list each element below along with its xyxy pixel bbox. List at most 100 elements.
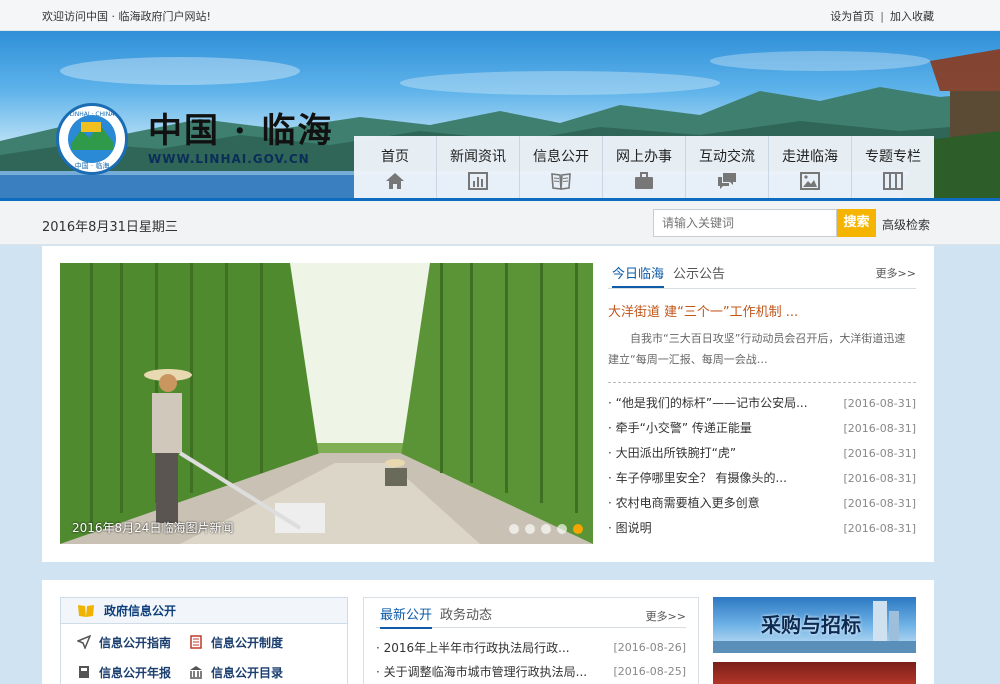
latest-public-list: · 2016年上半年市行政执法局行政... [2016-08-26] · 关于调整… xyxy=(376,636,686,684)
emblem-ring-top: LINHAI · CHINA xyxy=(70,111,116,118)
news-list: · “他是我们的标杆”——记市公安局... [2016-08-31] · 牵手“小… xyxy=(608,391,916,541)
picture-icon xyxy=(800,172,820,190)
slideshow-dots xyxy=(509,524,583,534)
document-icon xyxy=(190,635,202,649)
gov-link-label: 信息公开年报 xyxy=(99,666,172,680)
slideshow-caption: 2016年8月24日临海图片新闻 xyxy=(72,521,234,535)
list-item[interactable]: · 大田派出所铁腕打“虎” [2016-08-31] xyxy=(608,441,916,466)
gov-link-label: 信息公开目录 xyxy=(211,666,284,680)
gov-link-label: 信息公开制度 xyxy=(211,636,284,650)
tab-latest-public[interactable]: 最新公开 xyxy=(380,604,433,629)
procurement-banner-text: 采购与招标 xyxy=(761,613,861,637)
nav-item-label: 互动交流 xyxy=(699,149,755,165)
current-date: 2016年8月31日星期三 xyxy=(42,220,178,235)
building-icon xyxy=(190,666,202,679)
list-item-date: [2016-08-31] xyxy=(843,497,916,510)
slideshow-photo xyxy=(60,263,593,544)
home-icon xyxy=(386,173,404,189)
nav-item-news[interactable]: 新闻资讯 xyxy=(436,136,519,198)
welcome-text: 欢迎访问中国 · 临海政府门户网站! xyxy=(42,10,211,23)
book-icon xyxy=(551,173,571,190)
list-item[interactable]: · 车子停哪里安全？ 有摄像头的... [2016-08-31] xyxy=(608,466,916,491)
advanced-search-link[interactable]: 高级检索 xyxy=(882,216,930,233)
tab-government-news[interactable]: 政务动态 xyxy=(440,604,492,623)
list-item-date: [2016-08-31] xyxy=(843,472,916,485)
gov-link-label: 信息公开指南 xyxy=(99,636,172,650)
list-item[interactable]: · 2016年上半年市行政执法局行政... [2016-08-26] xyxy=(376,636,686,660)
list-item[interactable]: · “他是我们的标杆”——记市公安局... [2016-08-31] xyxy=(608,391,916,416)
headline-summary: 自我市“三大百日攻坚”行动动员会召开后，大洋街道迅速建立“每周一汇报、每周一会战… xyxy=(608,332,906,366)
more-link[interactable]: 更多>> xyxy=(646,608,686,624)
more-link[interactable]: 更多>> xyxy=(876,265,916,281)
list-item[interactable]: · 牵手“小交警” 传递正能量 [2016-08-31] xyxy=(608,416,916,441)
latest-public-panel: 最新公开 政务动态 更多>> · 2016年上半年市行政执法局行政... [201… xyxy=(363,597,699,684)
nav-item-home[interactable]: 首页 xyxy=(354,136,436,198)
list-item-date: [2016-08-25] xyxy=(613,665,686,678)
top-links: 设为首页 | 加入收藏 xyxy=(830,8,934,24)
nav-item-label: 首页 xyxy=(381,149,409,165)
site-title: 中国 · 临海 xyxy=(148,111,334,151)
gov-link-annual-report[interactable]: 信息公开年报 xyxy=(79,664,172,681)
emblem-ring-bottom: 中国 · 临海 xyxy=(75,161,110,170)
send-icon xyxy=(77,635,91,649)
slide-dot-active[interactable] xyxy=(573,524,583,534)
main-navigation: 首页 新闻资讯 信息公开 网上办事 互动交流 走进临海 专题专栏 xyxy=(354,136,934,198)
list-item-date: [2016-08-31] xyxy=(843,422,916,435)
search-input[interactable] xyxy=(653,209,837,237)
set-home-link[interactable]: 设为首页 xyxy=(830,10,874,23)
headline-link[interactable]: 大洋街道 建“三个一”工作机制 ... xyxy=(608,301,916,320)
tab-today-linhai[interactable]: 今日临海 xyxy=(612,263,665,288)
chat-icon xyxy=(718,173,736,189)
add-favorite-link[interactable]: 加入收藏 xyxy=(890,10,934,23)
list-item-title: 关于调整临海市城市管理行政执法局... xyxy=(383,665,588,679)
nav-item-label: 信息公开 xyxy=(533,149,589,165)
slide-dot[interactable] xyxy=(541,524,551,534)
list-item-date: [2016-08-31] xyxy=(843,447,916,460)
list-item-title: 图说明 xyxy=(615,521,652,535)
list-item-title: 2016年上半年市行政执法局行政... xyxy=(383,641,570,655)
gov-link-system[interactable]: 信息公开制度 xyxy=(190,634,284,651)
list-item-title: 农村电商需要植入更多创意 xyxy=(615,496,760,510)
city-emblem: LINHAI · CHINA 中国 · 临海 xyxy=(56,103,128,175)
slide-dot[interactable] xyxy=(557,524,567,534)
nav-item-label: 走进临海 xyxy=(782,149,838,165)
list-item[interactable]: · 图说明 [2016-08-31] xyxy=(608,516,916,541)
gov-info-header: 政府信息公开 xyxy=(61,598,347,624)
side-banners: 采购与招标 xyxy=(713,597,916,684)
nav-item-online-service[interactable]: 网上办事 xyxy=(602,136,685,198)
top-links-separator: | xyxy=(880,10,884,23)
slide-dot[interactable] xyxy=(509,524,519,534)
nav-item-label: 新闻资讯 xyxy=(450,149,506,165)
list-item[interactable]: · 关于调整临海市城市管理行政执法局... [2016-08-25] xyxy=(376,660,686,684)
top-bar: 欢迎访问中国 · 临海政府门户网站! 设为首页 | 加入收藏 xyxy=(0,0,1000,31)
gov-link-catalog[interactable]: 信息公开目录 xyxy=(190,664,284,681)
list-item-title: “他是我们的标杆”——记市公安局... xyxy=(615,396,808,410)
tab-announcements[interactable]: 公示公告 xyxy=(673,263,725,282)
list-item-date: [2016-08-31] xyxy=(843,522,916,535)
nav-item-info[interactable]: 信息公开 xyxy=(519,136,602,198)
columns-icon xyxy=(883,172,903,190)
today-news-tabs: 今日临海 公示公告 更多>> xyxy=(608,263,916,289)
nav-item-label: 专题专栏 xyxy=(865,149,921,165)
promo-banner[interactable] xyxy=(713,662,916,684)
nav-item-label: 网上办事 xyxy=(616,149,672,165)
list-item-date: [2016-08-26] xyxy=(613,641,686,654)
procurement-banner[interactable]: 采购与招标 xyxy=(713,597,916,653)
open-book-icon xyxy=(78,605,94,617)
slide-dot[interactable] xyxy=(525,524,535,534)
nav-item-interaction[interactable]: 互动交流 xyxy=(685,136,768,198)
photo-slideshow[interactable]: 2016年8月24日临海图片新闻 xyxy=(60,263,593,544)
gov-info-title: 政府信息公开 xyxy=(104,604,177,618)
nav-item-special-topics[interactable]: 专题专栏 xyxy=(851,136,934,198)
featured-section: 2016年8月24日临海图片新闻 今日临海 公示公告 更多>> 大洋街道 建“三… xyxy=(42,246,934,562)
date-search-bar: 2016年8月31日星期三 搜索 高级检索 xyxy=(0,201,1000,245)
divider xyxy=(608,382,916,383)
list-item-title: 大田派出所铁腕打“虎” xyxy=(615,446,737,460)
search-button[interactable]: 搜索 xyxy=(837,209,876,237)
site-url: WWW.LINHAI.GOV.CN xyxy=(148,152,310,166)
list-item-date: [2016-08-31] xyxy=(843,397,916,410)
gov-link-guide[interactable]: 信息公开指南 xyxy=(77,634,172,651)
nav-item-about-linhai[interactable]: 走进临海 xyxy=(768,136,851,198)
list-item[interactable]: · 农村电商需要植入更多创意 [2016-08-31] xyxy=(608,491,916,516)
notebook-icon xyxy=(79,666,89,678)
